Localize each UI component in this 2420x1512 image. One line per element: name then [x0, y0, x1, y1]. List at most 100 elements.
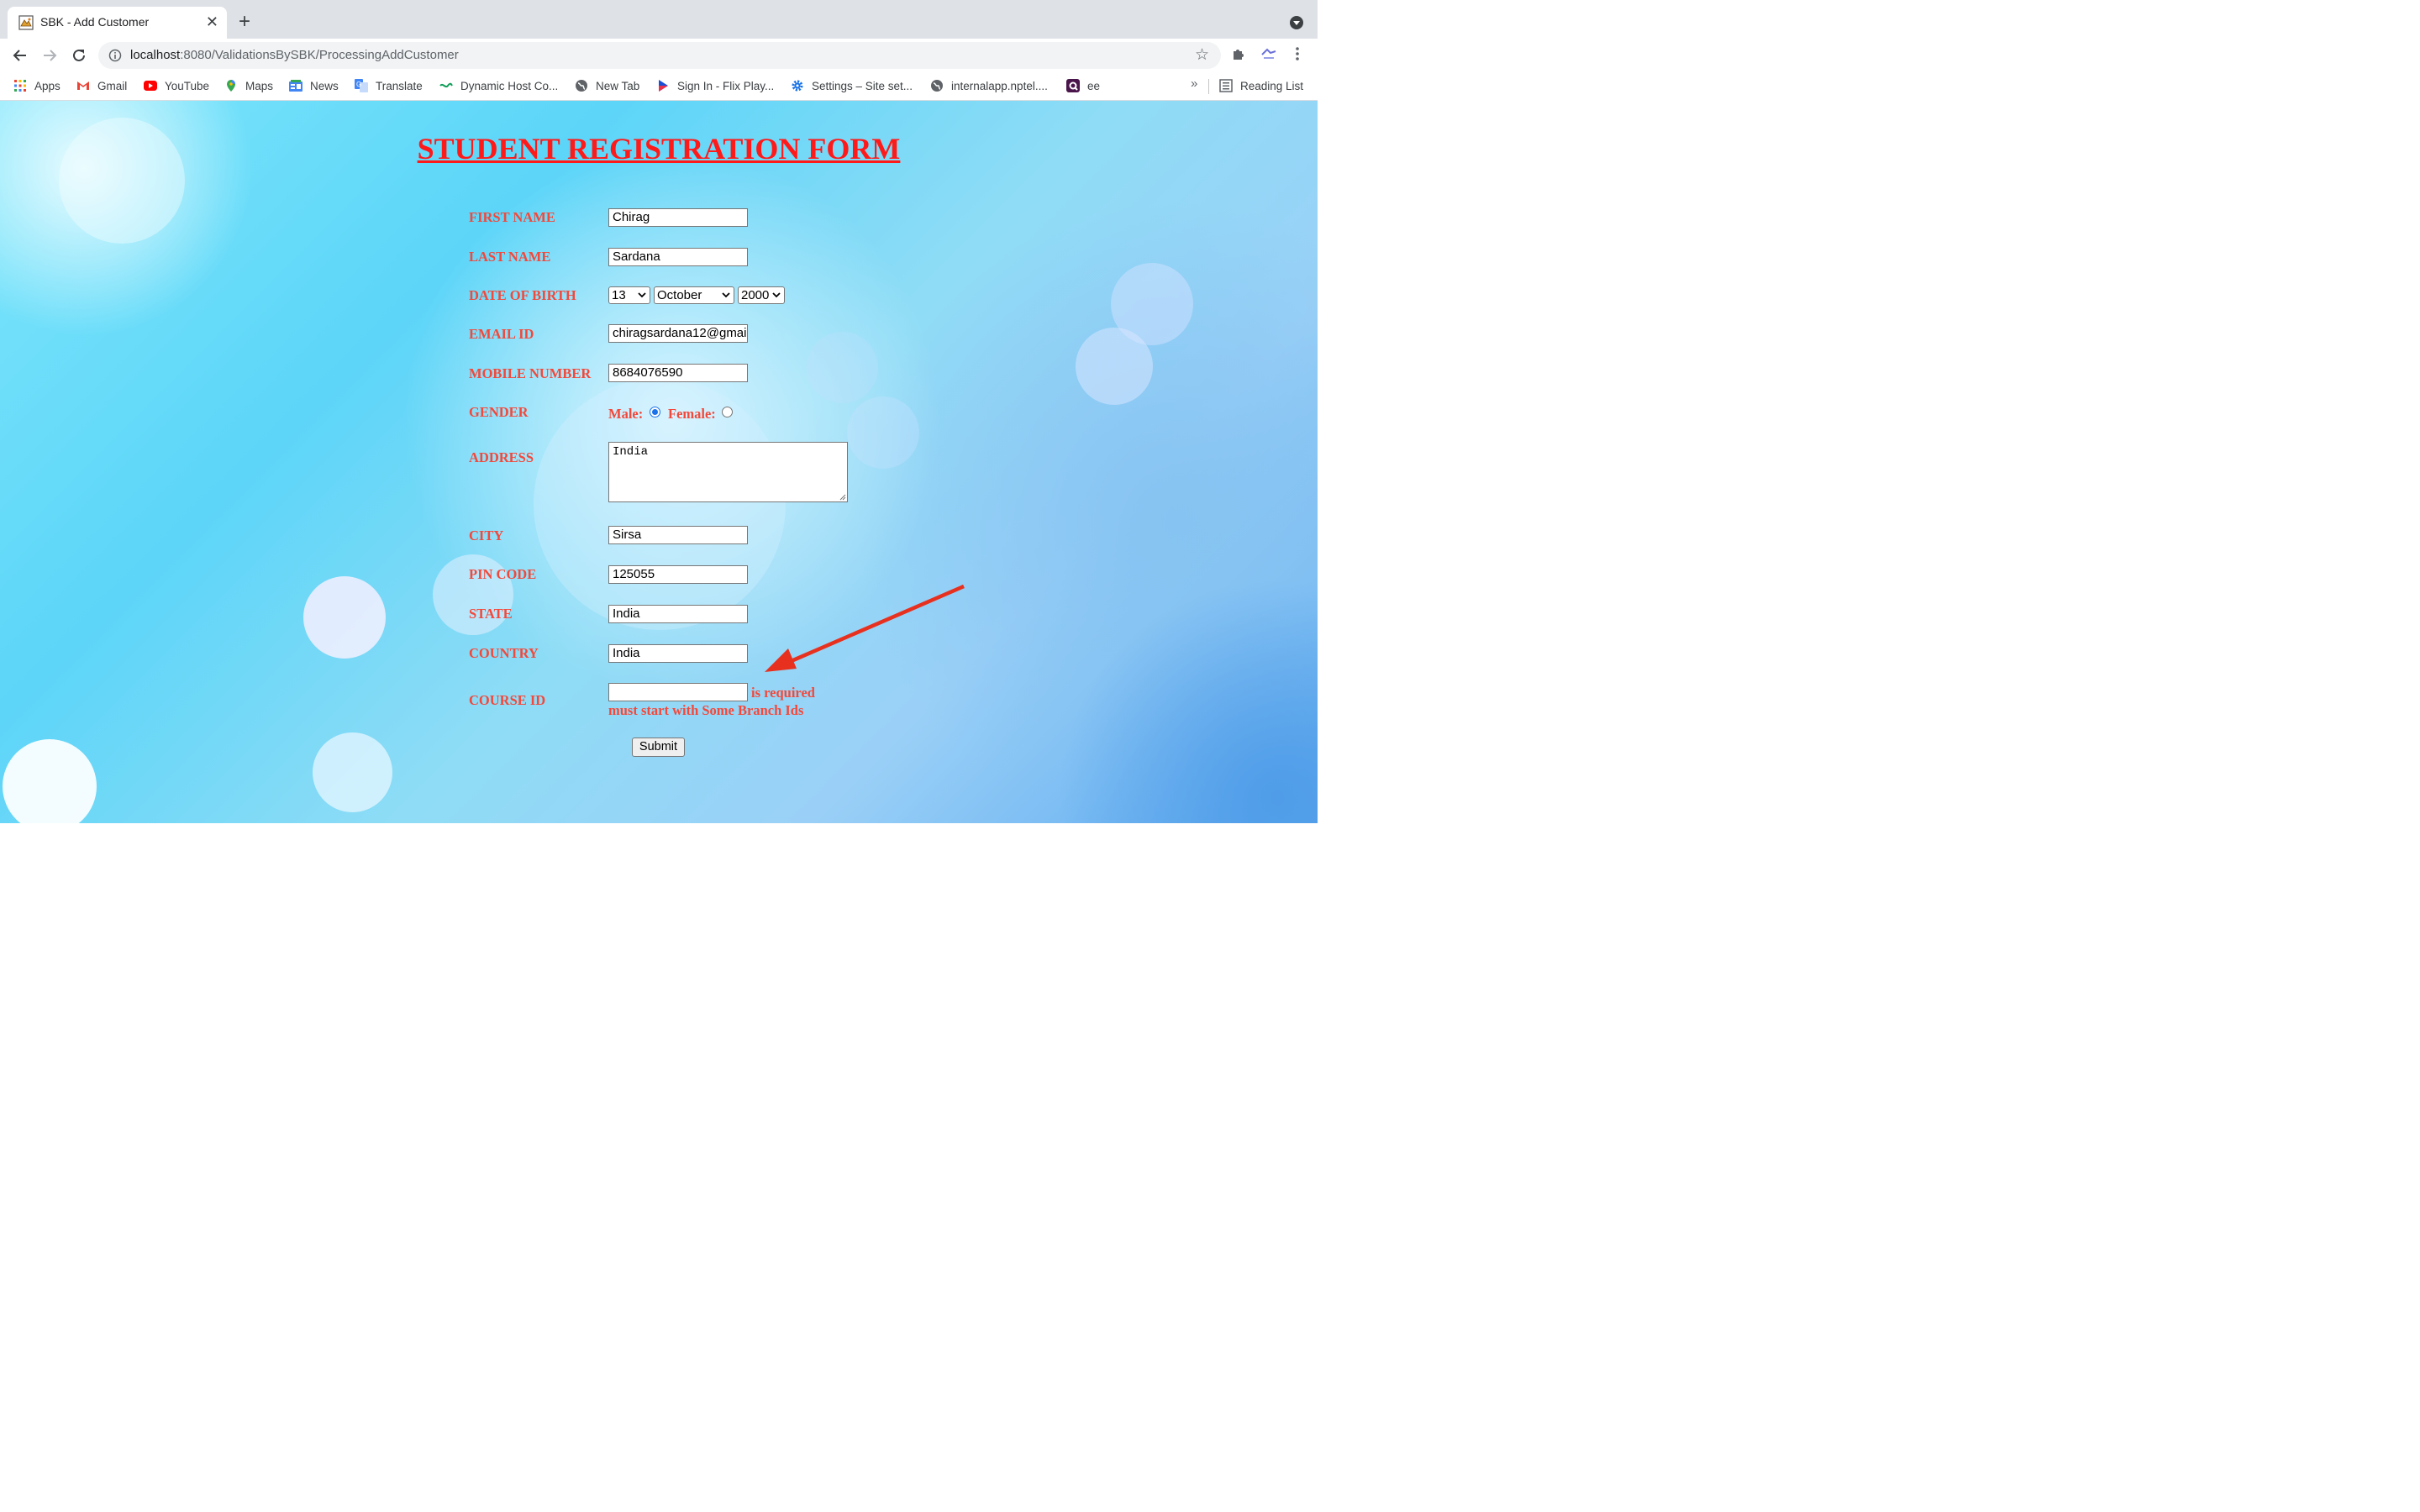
- email-input[interactable]: chiragsardana12@gmail: [608, 324, 748, 343]
- chevron-down-icon: [638, 292, 646, 298]
- country-input[interactable]: India: [608, 644, 748, 663]
- link-icon: [439, 82, 453, 88]
- mobile-input[interactable]: 8684076590: [608, 364, 748, 382]
- reading-list-label: Reading List: [1240, 79, 1304, 92]
- site-info-icon[interactable]: [108, 49, 122, 62]
- page-title: STUDENT REGISTRATION FORM: [417, 132, 901, 165]
- bookmark-flix-play[interactable]: Sign In - Flix Play...: [656, 78, 774, 93]
- first-name-label: FIRST NAME: [469, 209, 555, 225]
- tab-search-icon[interactable]: [1290, 16, 1303, 29]
- bookmark-label: Gmail: [97, 79, 128, 92]
- dob-day-select[interactable]: 13: [608, 286, 650, 304]
- bookmark-ee[interactable]: ee: [1066, 78, 1100, 93]
- bookmark-label: internalapp.nptel....: [951, 79, 1048, 92]
- chevron-down-icon: [722, 292, 730, 298]
- submit-button[interactable]: Submit: [632, 738, 685, 757]
- bookmarks-overflow-button[interactable]: »: [1191, 76, 1197, 91]
- extensions-puzzle-icon[interactable]: [1231, 46, 1246, 61]
- maps-icon: [227, 80, 235, 92]
- tab-close-icon[interactable]: ✕: [206, 14, 218, 29]
- app-icon: [1066, 79, 1080, 92]
- bookmark-star-icon[interactable]: ☆: [1195, 47, 1209, 63]
- apps-grid-icon: [14, 80, 26, 92]
- page-content: STUDENT REGISTRATION FORM FIRST NAME LAS…: [0, 101, 1318, 823]
- play-icon: [659, 80, 668, 92]
- url-text[interactable]: localhost:8080/ValidationsBySBK/Processi…: [130, 48, 459, 62]
- dob-day-value: 13: [612, 288, 626, 302]
- youtube-icon: [144, 81, 157, 91]
- course-id-input[interactable]: [608, 683, 748, 701]
- address-textarea[interactable]: India: [608, 442, 848, 502]
- browser-menu-icon[interactable]: [1292, 46, 1303, 61]
- bookmark-youtube[interactable]: YouTube: [144, 78, 209, 93]
- tab-strip: SBK - Add Customer ✕ +: [0, 0, 1318, 39]
- dob-label: DATE OF BIRTH: [469, 287, 576, 303]
- last-name-label: LAST NAME: [469, 249, 551, 265]
- state-label: STATE: [469, 606, 513, 622]
- bookmark-settings[interactable]: Settings – Site set...: [791, 78, 913, 93]
- city-input[interactable]: Sirsa: [608, 526, 748, 544]
- bookmark-label: Dynamic Host Co...: [460, 79, 559, 92]
- city-label: CITY: [469, 528, 504, 543]
- reload-icon: [73, 49, 85, 61]
- back-arrow-icon: [13, 50, 26, 61]
- annotation-arrow: [765, 584, 965, 672]
- bookmark-apps[interactable]: Apps: [13, 78, 60, 93]
- bokeh-circle: [1076, 328, 1153, 405]
- address-value: India: [613, 445, 649, 459]
- dob-month-select[interactable]: October: [654, 286, 734, 304]
- back-button[interactable]: [10, 45, 30, 66]
- mobile-label: MOBILE NUMBER: [469, 365, 592, 381]
- bookmark-dynamic-host[interactable]: Dynamic Host Co...: [439, 78, 558, 93]
- forward-button[interactable]: [39, 45, 60, 66]
- new-tab-button[interactable]: +: [239, 12, 250, 32]
- state-input[interactable]: India: [608, 605, 748, 623]
- bookmark-label: Translate: [376, 79, 423, 92]
- bokeh-circle: [3, 739, 97, 823]
- tab-favicon-icon: [18, 15, 34, 30]
- chevron-down-icon: [772, 292, 781, 298]
- news-icon: [289, 80, 302, 92]
- address-bar[interactable]: localhost:8080/ValidationsBySBK/Processi…: [98, 42, 1221, 69]
- gmail-icon: [77, 81, 89, 90]
- pin-code-input[interactable]: 125055: [608, 565, 748, 584]
- pin-code-label: PIN CODE: [469, 566, 537, 582]
- course-branch-error: must start with Some Branch Ids: [608, 702, 804, 718]
- email-label: EMAIL ID: [469, 326, 534, 342]
- resize-grip-icon[interactable]: [839, 494, 846, 501]
- reload-button[interactable]: [69, 45, 89, 66]
- country-label: COUNTRY: [469, 645, 539, 661]
- reading-list-button[interactable]: Reading List: [1219, 78, 1303, 93]
- male-label: Male:: [608, 406, 644, 422]
- extension-icon[interactable]: [1260, 46, 1277, 61]
- address-label: ADDRESS: [469, 449, 534, 465]
- bookmark-internalapp[interactable]: internalapp.nptel....: [930, 78, 1048, 93]
- bookmark-maps[interactable]: Maps: [224, 78, 273, 93]
- last-name-input[interactable]: Sardana: [608, 248, 748, 266]
- male-radio[interactable]: [650, 407, 660, 417]
- course-id-label: COURSE ID: [469, 692, 546, 708]
- url-host: localhost: [130, 48, 181, 62]
- bokeh-circle: [303, 576, 386, 659]
- svg-text:G: G: [356, 81, 361, 88]
- browser-toolbar: localhost:8080/ValidationsBySBK/Processi…: [0, 39, 1318, 72]
- bookmark-label: ee: [1087, 79, 1101, 92]
- bookmark-label: New Tab: [596, 79, 640, 92]
- globe-icon: [576, 80, 587, 92]
- first-name-input[interactable]: Chirag: [608, 208, 748, 227]
- gender-label: GENDER: [469, 404, 529, 420]
- bookmark-gmail[interactable]: Gmail: [76, 78, 127, 93]
- bookmark-new-tab[interactable]: New Tab: [575, 78, 639, 93]
- bookmark-news[interactable]: News: [289, 78, 339, 93]
- browser-tab[interactable]: SBK - Add Customer ✕: [8, 7, 227, 39]
- female-radio[interactable]: [722, 407, 733, 417]
- bookmarks-divider: [1208, 79, 1209, 94]
- bookmark-label: YouTube: [165, 79, 210, 92]
- dob-month-value: October: [657, 288, 702, 302]
- gear-icon: [792, 80, 803, 92]
- translate-icon: G: [355, 79, 368, 92]
- url-path: :8080/ValidationsBySBK/ProcessingAddCust…: [180, 48, 459, 62]
- bookmark-translate[interactable]: G Translate: [355, 78, 423, 93]
- dob-year-select[interactable]: 2000: [738, 286, 785, 304]
- tab-title: SBK - Add Customer: [40, 15, 150, 29]
